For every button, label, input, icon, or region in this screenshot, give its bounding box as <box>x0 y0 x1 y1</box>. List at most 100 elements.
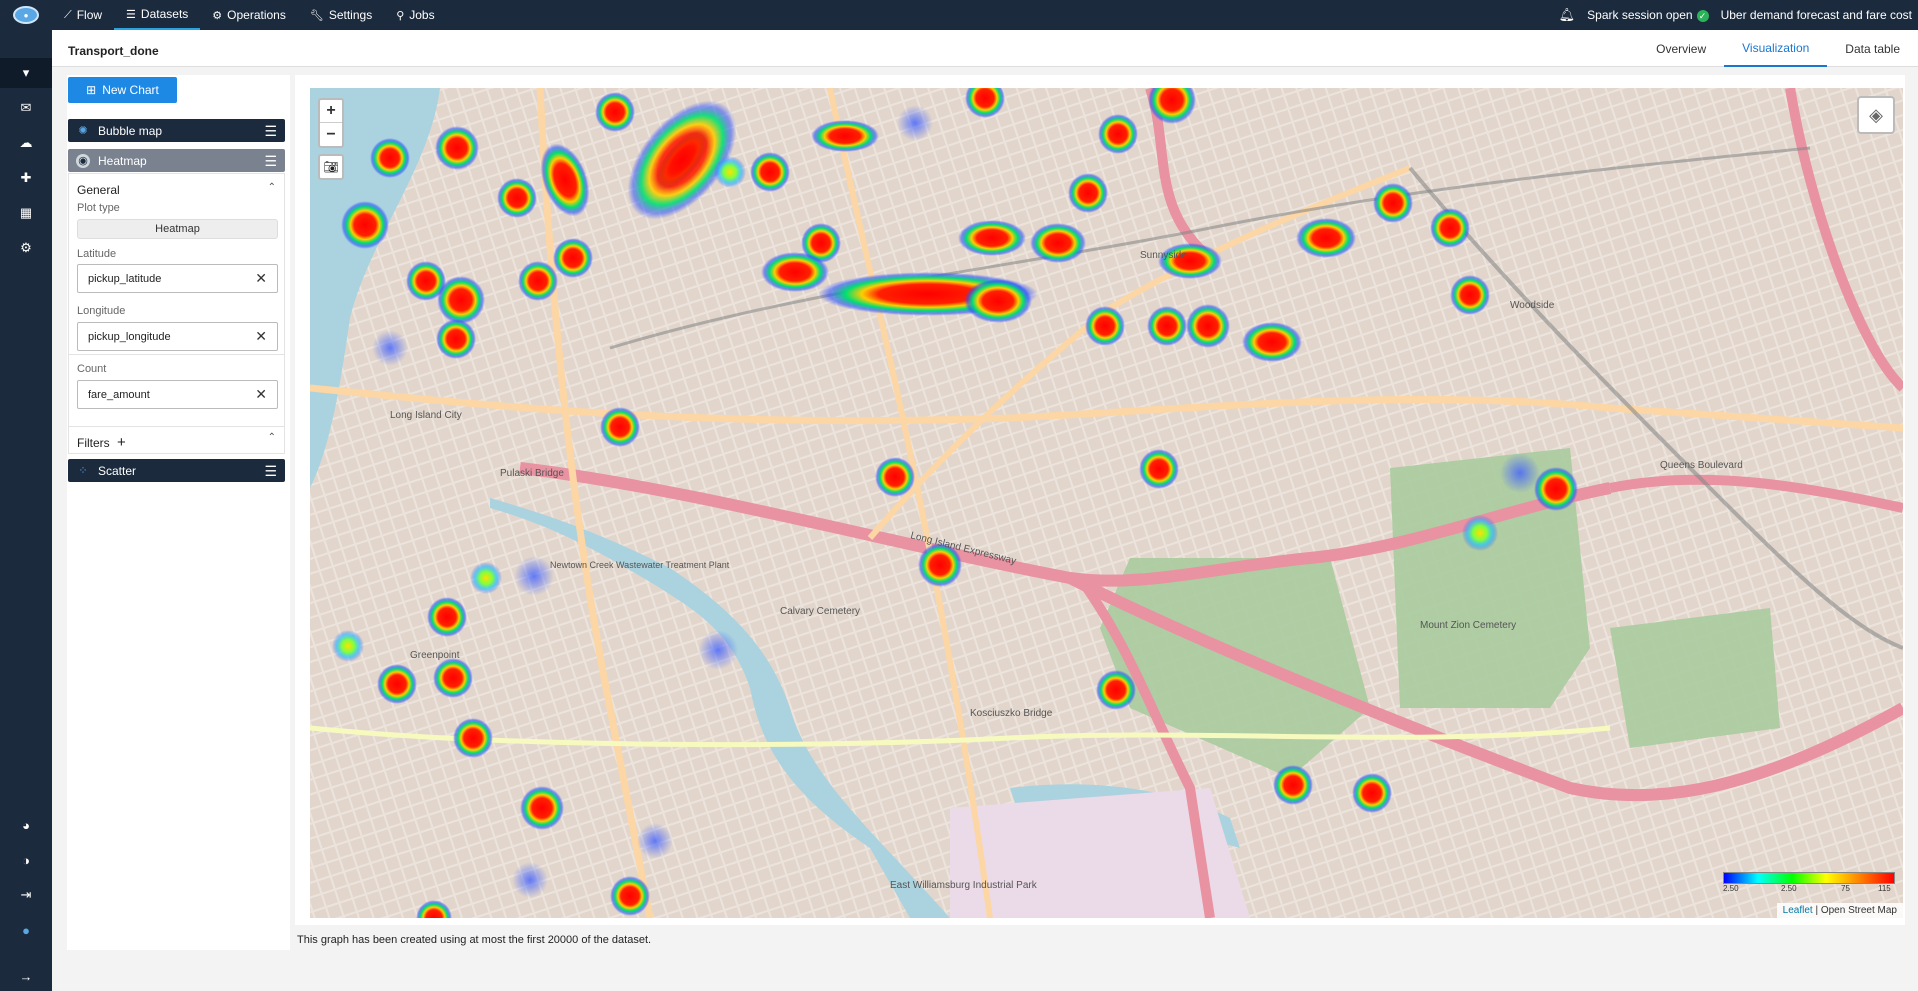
nav-jobs-label: Jobs <box>409 8 435 22</box>
plot-type-selector[interactable]: Heatmap <box>77 219 278 239</box>
info-icon: ● <box>22 922 30 938</box>
filters-section[interactable]: Filters + ⌃ <box>68 426 285 454</box>
chart-item-scatter[interactable]: ⁘ Scatter ☰ <box>68 459 285 482</box>
tab-data-table[interactable]: Data table <box>1827 30 1918 67</box>
chart-item-bubble-map[interactable]: ✺ Bubble map ☰ <box>68 119 285 142</box>
general-section-title[interactable]: General <box>77 183 120 197</box>
legend-gradient <box>1723 872 1895 884</box>
heatmap-map[interactable]: Calvary Cemetery Long Island Expressway … <box>310 88 1903 918</box>
nav-flow[interactable]: ⟋ Flow <box>52 0 114 30</box>
scatter-icon: ⁘ <box>78 465 88 477</box>
map-tiles: Calvary Cemetery Long Island Expressway … <box>310 88 1903 918</box>
zoom-in-button[interactable]: + <box>320 100 342 123</box>
nav-jobs[interactable]: ⚲ Jobs <box>384 0 446 30</box>
nav-settings-label: Settings <box>328 8 373 22</box>
label-newtown-creek: Newtown Creek Wastewater Treatment Plant <box>550 560 730 570</box>
sidebar-info[interactable]: ● <box>0 915 52 945</box>
filters-label: Filters <box>77 436 110 450</box>
chart-line-icon: ⟋ <box>64 8 72 21</box>
project-name[interactable]: Uber demand forecast and fare cost <box>1721 8 1912 22</box>
chart-icon: ▦ <box>19 205 33 220</box>
layers-icon: ◈ <box>1869 104 1883 125</box>
heatmap-icon: ◉ <box>76 153 90 168</box>
legend-tick: 2.50 <box>1781 884 1797 893</box>
sidebar-contrast[interactable]: ◑ <box>0 845 52 875</box>
arrow-right-icon: → <box>19 968 33 984</box>
longitude-field[interactable]: pickup_longitude ✕ <box>77 322 278 351</box>
chart-config-panel: ⊞ New Chart ✺ Bubble map ☰ ◉ Heatmap ☰ G… <box>67 75 290 950</box>
nav-operations[interactable]: ⚙ Operations <box>200 0 298 30</box>
chart-item-heatmap[interactable]: ◉ Heatmap ☰ <box>68 149 285 172</box>
count-value: fare_amount <box>88 388 150 401</box>
nav-settings[interactable]: 🔧︎ Settings <box>298 0 384 30</box>
hamburger-menu-icon[interactable]: ☰ <box>264 154 277 168</box>
label-lic: Long Island City <box>390 410 462 421</box>
chevron-up-icon[interactable]: ⌃ <box>268 182 276 193</box>
spark-status: Spark session open ✓ <box>1587 8 1709 22</box>
cloud-upload-icon: ☁ <box>19 135 33 150</box>
latitude-value: pickup_latitude <box>88 272 162 285</box>
add-chart-icon: ⊞ <box>86 83 97 97</box>
tab-overview[interactable]: Overview <box>1638 30 1724 67</box>
clear-icon[interactable]: ✕ <box>255 270 267 287</box>
palette-icon: ◕ <box>22 817 30 833</box>
latitude-label: Latitude <box>77 248 117 260</box>
app-logo[interactable]: ● <box>0 0 52 30</box>
sidebar-palette[interactable]: ◕ <box>0 810 52 840</box>
latitude-field[interactable]: pickup_latitude ✕ <box>77 264 278 293</box>
legend-tick: 2.50 <box>1723 884 1739 893</box>
chevron-down-icon: ▾ <box>22 65 30 80</box>
legend-tick: 115 <box>1878 884 1891 893</box>
nav-datasets-label: Datasets <box>140 7 189 21</box>
top-right-area: 🔔︎ Spark session open ✓ Uber demand forec… <box>1559 7 1918 23</box>
plot-type-label: Plot type <box>77 202 120 214</box>
visualization-area: Calvary Cemetery Long Island Expressway … <box>295 75 1905 925</box>
hamburger-menu-icon[interactable]: ☰ <box>264 464 277 478</box>
count-field[interactable]: fare_amount ✕ <box>77 380 278 409</box>
bell-icon[interactable]: 🔔︎ <box>1559 7 1576 23</box>
label-sunnyside: Sunnyside <box>1140 250 1187 261</box>
chart-item-label: Bubble map <box>98 123 163 138</box>
plus-icon[interactable]: + <box>117 434 126 451</box>
legend-tick: 75 <box>1841 884 1850 893</box>
camera-icon: 📷︎ <box>323 160 339 174</box>
label-kosciuszko: Kosciuszko Bridge <box>970 708 1053 719</box>
label-mount-zion: Mount Zion Cemetery <box>1420 620 1516 631</box>
label-ewip: East Williamsburg Industrial Park <box>890 880 1038 891</box>
clear-icon[interactable]: ✕ <box>255 328 267 345</box>
layers-button[interactable]: ◈ <box>1857 96 1895 134</box>
screenshot-button[interactable]: 📷︎ <box>318 154 344 180</box>
app-logo-icon: ● <box>13 6 39 24</box>
leaflet-link[interactable]: Leaflet <box>1783 905 1813 916</box>
longitude-label: Longitude <box>77 305 126 317</box>
sidebar-upload[interactable]: ☁ <box>0 128 52 158</box>
nav-flow-label: Flow <box>76 8 103 22</box>
gear-icon: ⚙ <box>212 9 223 22</box>
clear-icon[interactable]: ✕ <box>255 386 267 403</box>
hamburger-menu-icon[interactable]: ☰ <box>264 124 277 138</box>
label-pulaski: Pulaski Bridge <box>500 468 564 479</box>
sidebar-charts[interactable]: ▦ <box>0 198 52 228</box>
main-nav: ⟋ Flow ☰ Datasets ⚙ Operations 🔧︎ Settin… <box>52 0 447 30</box>
zoom-out-button[interactable]: − <box>320 123 342 146</box>
longitude-value: pickup_longitude <box>88 330 171 343</box>
sidebar-inbox[interactable]: ✉ <box>0 93 52 123</box>
jobs-icon: ⚲ <box>396 9 405 22</box>
filters-title: Filters + <box>77 434 126 451</box>
heatmap-settings: General ⌃ Plot type Heatmap Latitude pic… <box>68 173 285 355</box>
tab-visualization[interactable]: Visualization <box>1724 30 1828 67</box>
sidebar-expand[interactable]: → <box>0 961 52 991</box>
label-greenpoint: Greenpoint <box>410 650 460 661</box>
sidebar-collapse[interactable]: ▾ <box>0 58 52 88</box>
count-section: Count fare_amount ✕ <box>68 355 285 426</box>
inbox-icon: ✉ <box>20 100 32 115</box>
count-label: Count <box>77 363 107 375</box>
new-chart-button[interactable]: ⊞ New Chart <box>68 77 177 103</box>
sidebar-settings[interactable]: ⚙ <box>0 233 52 263</box>
chevron-up-icon[interactable]: ⌃ <box>268 432 276 443</box>
sidebar-logout[interactable]: ⇥ <box>0 880 52 910</box>
contrast-icon: ◑ <box>22 852 30 868</box>
nav-datasets[interactable]: ☰ Datasets <box>114 0 201 30</box>
sidebar-plugins[interactable]: ✚ <box>0 163 52 193</box>
label-queens-blvd: Queens Boulevard <box>1660 460 1743 471</box>
